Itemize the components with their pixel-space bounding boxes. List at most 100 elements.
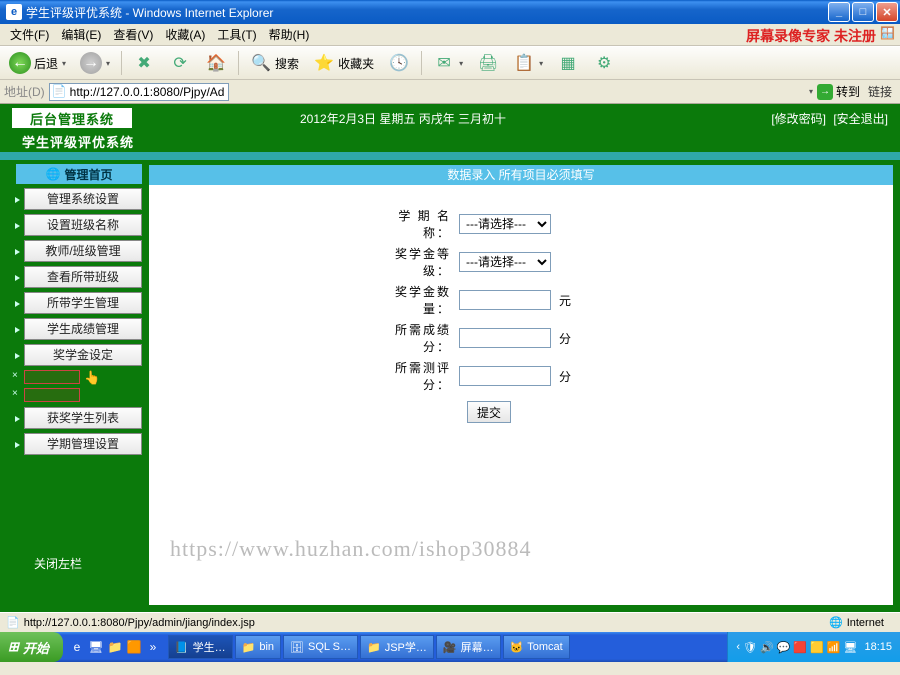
edit-button[interactable]: 📋▾ — [508, 49, 548, 77]
sidebar-item-teacher-class[interactable]: 教师/班级管理 — [24, 240, 142, 262]
ql-desktop-icon[interactable]: 🖥 — [88, 639, 104, 655]
unit-yuan: 元 — [559, 292, 571, 309]
sidebar: 管理首页 管理系统设置 设置班级名称 教师/班级管理 查看所带班级 所带学生管理… — [0, 160, 148, 612]
windows-taskbar: ⊞开始 e 🖥 📁 🟧 » 📘学生… 📁bin 🗄SQL S… 📁JSP学… 🎥… — [0, 632, 900, 662]
score-input[interactable] — [459, 328, 551, 348]
sidebar-item-award-list[interactable]: 获奖学生列表 — [24, 407, 142, 429]
security-zone: 🌐Internet — [829, 616, 884, 629]
sidebar-item-collapsed-1[interactable]: 👆 — [24, 370, 142, 386]
change-password-link[interactable]: [修改密码] — [771, 112, 826, 126]
sidebar-item-view-classes[interactable]: 查看所带班级 — [24, 266, 142, 288]
teal-divider — [0, 152, 900, 160]
task-1[interactable]: 📘学生… — [168, 635, 233, 659]
task-6[interactable]: 🐱Tomcat — [503, 635, 570, 659]
tray-icon-8[interactable]: 🖥 — [844, 641, 858, 654]
eval-input[interactable] — [459, 366, 551, 386]
tray-icon-1[interactable]: ‹ — [736, 641, 740, 653]
sidebar-item-scholarship[interactable]: 奖学金设定 — [24, 344, 142, 366]
stop-button[interactable]: ✖ — [128, 49, 160, 77]
task-5[interactable]: 🎥屏幕… — [436, 635, 501, 659]
print-button[interactable]: 🖨 — [472, 49, 504, 77]
tray-icon-3[interactable]: 🔊 — [760, 641, 774, 654]
close-button[interactable]: ✕ — [876, 2, 898, 22]
logout-link[interactable]: [安全退出] — [833, 112, 888, 126]
recorder-watermark: 屏幕录像专家 未注册 — [746, 26, 876, 46]
address-dropdown-icon[interactable]: ▾ — [809, 87, 813, 96]
sidebar-item-student-mgmt[interactable]: 所带学生管理 — [24, 292, 142, 314]
favorites-button[interactable]: ⭐收藏夹 — [308, 49, 379, 77]
sidebar-item-class-name[interactable]: 设置班级名称 — [24, 214, 142, 236]
form-header: 数据录入 所有项目必须填写 — [149, 165, 893, 185]
system-name: 学生评级评优系统 — [22, 132, 134, 151]
sidebar-item-semester-mgmt[interactable]: 学期管理设置 — [24, 433, 142, 455]
tray-icon-5[interactable]: 🟥 — [793, 641, 807, 654]
clock[interactable]: 18:15 — [864, 641, 892, 653]
sidebar-item-collapsed-2[interactable] — [24, 388, 142, 404]
ie-logo-icon: 🪟 — [880, 26, 898, 44]
menu-help[interactable]: 帮助(H) — [263, 24, 316, 45]
tray-icon-4[interactable]: 💬 — [777, 641, 791, 654]
system-logo: 后台管理系统 — [12, 108, 132, 128]
system-tray: ‹ 🛡 🔊 💬 🟥 🟨 📶 🖥 18:15 — [727, 632, 900, 662]
close-sidebar-link[interactable]: 关闭左栏 — [34, 555, 148, 572]
sidebar-home[interactable]: 管理首页 — [16, 164, 142, 184]
ql-ie-icon[interactable]: e — [69, 639, 85, 655]
ql-app2-icon[interactable]: 🟧 — [126, 639, 142, 655]
status-bar: 📄 http://127.0.0.1:8080/Pjpy/admin/jiang… — [0, 612, 900, 632]
ql-expand-icon[interactable]: » — [145, 639, 161, 655]
status-text: http://127.0.0.1:8080/Pjpy/admin/jiang/i… — [24, 617, 255, 629]
status-page-icon: 📄 — [6, 616, 20, 629]
ie-icon: e — [6, 4, 22, 20]
count-input[interactable] — [459, 290, 551, 310]
menu-view[interactable]: 查看(V) — [107, 24, 159, 45]
address-bar: 地址(D) ▾ →转到 链接 — [0, 80, 900, 104]
extra2-button[interactable]: ⚙ — [588, 49, 620, 77]
task-2[interactable]: 📁bin — [235, 635, 281, 659]
unit-fen-2: 分 — [559, 368, 571, 385]
refresh-button[interactable]: ⟳ — [164, 49, 196, 77]
menu-edit[interactable]: 编辑(E) — [55, 24, 107, 45]
back-button[interactable]: ←后退▾ — [4, 49, 71, 77]
menu-bar: 文件(F) 编辑(E) 查看(V) 收藏(A) 工具(T) 帮助(H) 屏幕录像… — [0, 24, 900, 46]
score-label: 所需成绩分： — [379, 321, 459, 355]
history-button[interactable]: 🕓 — [383, 49, 415, 77]
sidebar-item-grade-mgmt[interactable]: 学生成绩管理 — [24, 318, 142, 340]
mail-button[interactable]: ✉▾ — [428, 49, 468, 77]
count-label: 奖学金数量： — [379, 283, 459, 317]
browser-toolbar: ←后退▾ →▾ ✖ ⟳ 🏠 🔍搜索 ⭐收藏夹 🕓 ✉▾ 🖨 📋▾ ▦ ⚙ — [0, 46, 900, 80]
links-button[interactable]: 链接 — [864, 83, 896, 100]
submit-button[interactable]: 提交 — [467, 401, 511, 423]
windows-logo-icon: ⊞ — [8, 639, 19, 655]
cursor-icon: 👆 — [84, 370, 100, 386]
tray-icon-7[interactable]: 📶 — [827, 641, 841, 654]
go-button[interactable]: →转到 — [817, 83, 860, 100]
level-select[interactable]: ---请选择--- — [459, 252, 551, 272]
menu-tools[interactable]: 工具(T) — [211, 24, 262, 45]
extra1-button[interactable]: ▦ — [552, 49, 584, 77]
home-button[interactable]: 🏠 — [200, 49, 232, 77]
maximize-button[interactable]: □ — [852, 2, 874, 22]
task-3[interactable]: 🗄SQL S… — [283, 635, 358, 659]
unit-fen-1: 分 — [559, 330, 571, 347]
tray-icon-2[interactable]: 🛡 — [743, 641, 757, 654]
sidebar-item-system-settings[interactable]: 管理系统设置 — [24, 188, 142, 210]
forward-button[interactable]: →▾ — [75, 49, 115, 77]
minimize-button[interactable]: _ — [828, 2, 850, 22]
semester-label: 学 期 名 称： — [379, 207, 459, 241]
ql-app1-icon[interactable]: 📁 — [107, 639, 123, 655]
menu-file[interactable]: 文件(F) — [4, 24, 55, 45]
data-entry-form: 学 期 名 称： ---请选择--- 奖学金等级： ---请选择--- 奖学金数… — [149, 185, 893, 423]
menu-favorites[interactable]: 收藏(A) — [159, 24, 211, 45]
address-label: 地址(D) — [4, 83, 45, 100]
internet-icon: 🌐 — [829, 616, 843, 629]
search-button[interactable]: 🔍搜索 — [245, 49, 304, 77]
main-panel: 数据录入 所有项目必须填写 学 期 名 称： ---请选择--- 奖学金等级： … — [148, 164, 894, 606]
date-line: 2012年2月3日 星期五 丙戌年 三月初十 — [300, 110, 506, 127]
window-title: 学生评级评优系统 - Windows Internet Explorer — [26, 4, 273, 21]
eval-label: 所需测评分： — [379, 359, 459, 393]
tray-icon-6[interactable]: 🟨 — [810, 641, 824, 654]
semester-select[interactable]: ---请选择--- — [459, 214, 551, 234]
start-button[interactable]: ⊞开始 — [0, 632, 63, 662]
task-4[interactable]: 📁JSP学… — [360, 635, 434, 659]
address-input[interactable] — [49, 83, 229, 101]
